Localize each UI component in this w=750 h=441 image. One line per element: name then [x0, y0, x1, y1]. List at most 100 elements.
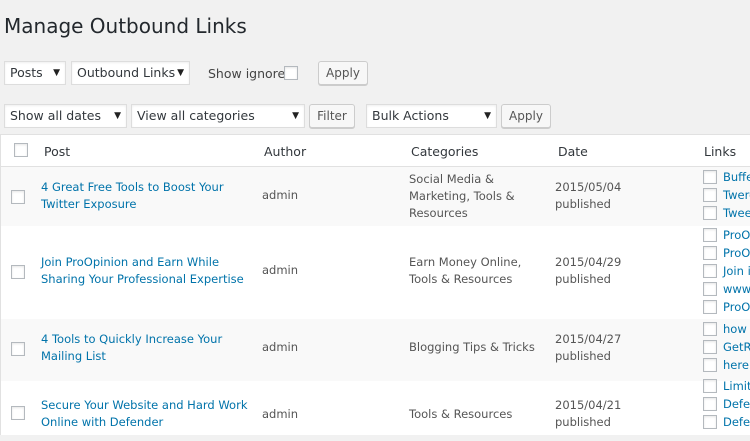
row-checkbox[interactable]	[11, 265, 25, 279]
column-header-post[interactable]: Post	[44, 144, 70, 159]
outbound-link-item[interactable]: here	[703, 357, 749, 373]
dates-select[interactable]: Show all dates ▼	[4, 104, 127, 128]
select-all-checkbox[interactable]	[14, 143, 28, 157]
link-checkbox[interactable]	[703, 245, 717, 260]
category-line: Blogging Tips & Tricks	[409, 340, 535, 354]
outbound-link-item[interactable]: Twero	[703, 187, 750, 203]
categories-cell: Blogging Tips & Tricks	[409, 339, 535, 356]
date-cell: 2015/04/21 published	[555, 397, 621, 431]
links-table: Post Author Categories Date Links 4 Grea…	[0, 134, 750, 435]
author-cell: admin	[262, 407, 299, 421]
link-text: Twero	[723, 188, 750, 202]
post-title-link[interactable]: Join ProOpinion and Earn While Sharing Y…	[41, 254, 244, 288]
link-checkbox[interactable]	[703, 187, 717, 202]
outbound-link-item[interactable]: www.	[703, 281, 750, 297]
apply-button-top[interactable]: Apply	[318, 61, 368, 85]
post-title-link[interactable]: 4 Tools to Quickly Increase Your Mailing…	[41, 331, 222, 365]
link-checkbox[interactable]	[703, 227, 717, 242]
post-title-link[interactable]: Secure Your Website and Hard Work Online…	[41, 397, 247, 431]
categories-value: View all categories	[137, 108, 255, 123]
link-checkbox[interactable]	[703, 339, 717, 354]
categories-select[interactable]: View all categories ▼	[131, 104, 305, 128]
post-title-line: Secure Your Website and Hard Work	[41, 398, 248, 412]
link-checkbox[interactable]	[703, 169, 717, 184]
link-checkbox[interactable]	[703, 299, 717, 314]
link-type-select[interactable]: Outbound Links ▼	[71, 61, 190, 85]
link-checkbox[interactable]	[703, 263, 717, 278]
outbound-link-item[interactable]: Limit	[703, 378, 750, 394]
outbound-link-item[interactable]: Tweet	[703, 205, 750, 221]
column-header-categories: Categories	[411, 144, 479, 159]
status-value: published	[555, 197, 611, 211]
row-checkbox[interactable]	[11, 406, 25, 420]
status-value: published	[555, 349, 611, 363]
post-title-line: Join ProOpinion and Earn While	[41, 255, 220, 269]
outbound-link-item[interactable]: Buffer	[703, 169, 750, 185]
bulk-actions-value: Bulk Actions	[372, 108, 449, 123]
date-cell: 2015/05/04 published	[555, 179, 621, 213]
bulk-actions-select[interactable]: Bulk Actions ▼	[366, 104, 497, 128]
category-line: Tools & Resources	[409, 272, 513, 286]
status-value: published	[555, 272, 611, 286]
category-line: Marketing, Tools &	[409, 189, 515, 203]
link-text: Limit	[723, 379, 750, 393]
post-title-link[interactable]: 4 Great Free Tools to Boost Your Twitter…	[41, 179, 224, 213]
table-row: Join ProOpinion and Earn While Sharing Y…	[1, 226, 750, 319]
post-type-select[interactable]: Posts ▼	[4, 61, 66, 85]
link-text: Buffer	[723, 170, 750, 184]
table-row: Secure Your Website and Hard Work Online…	[1, 378, 750, 441]
outbound-link-item[interactable]: ProOp	[703, 245, 750, 261]
dates-value: Show all dates	[10, 108, 101, 123]
show-ignored-label: Show ignored	[208, 66, 294, 81]
filter-button[interactable]: Filter	[309, 104, 355, 128]
link-text: here	[723, 358, 749, 372]
post-title-line: Mailing List	[41, 349, 106, 363]
post-title-line: 4 Tools to Quickly Increase Your	[41, 332, 223, 346]
row-checkbox[interactable]	[11, 190, 25, 204]
chevron-down-icon: ▼	[114, 111, 121, 121]
link-checkbox[interactable]	[703, 396, 717, 411]
link-checkbox[interactable]	[703, 205, 717, 220]
column-header-date[interactable]: Date	[558, 144, 588, 159]
author-cell: admin	[262, 263, 299, 277]
categories-cell: Earn Money Online, Tools & Resources	[409, 254, 521, 288]
categories-cell: Tools & Resources	[409, 406, 512, 423]
table-row: 4 Tools to Quickly Increase Your Mailing…	[1, 319, 750, 381]
link-type-value: Outbound Links	[77, 65, 176, 80]
link-checkbox[interactable]	[703, 357, 717, 372]
page-title: Manage Outbound Links	[4, 14, 247, 38]
link-text: how t	[723, 322, 750, 336]
date-cell: 2015/04/27 published	[555, 331, 621, 365]
date-cell: 2015/04/29 published	[555, 254, 621, 288]
link-checkbox[interactable]	[703, 414, 717, 429]
outbound-link-item[interactable]: Join it	[703, 263, 750, 279]
categories-cell: Social Media & Marketing, Tools & Resour…	[409, 171, 515, 222]
link-text: Tweet	[723, 206, 750, 220]
link-checkbox[interactable]	[703, 321, 717, 336]
apply-button-bulk[interactable]: Apply	[501, 104, 551, 128]
column-header-author: Author	[264, 144, 307, 159]
link-checkbox[interactable]	[703, 281, 717, 296]
outbound-link-item[interactable]: ProOp	[703, 299, 750, 315]
row-checkbox[interactable]	[11, 342, 25, 356]
date-value: 2015/04/27	[555, 332, 622, 346]
chevron-down-icon: ▼	[177, 68, 184, 78]
outbound-link-item[interactable]: Defe	[703, 414, 750, 430]
show-ignored-checkbox[interactable]	[284, 66, 298, 80]
author-cell: admin	[262, 188, 299, 202]
link-text: Defen	[723, 397, 750, 411]
post-type-value: Posts	[10, 65, 43, 80]
outbound-link-item[interactable]: Defen	[703, 396, 750, 412]
link-text: Join it	[723, 264, 750, 278]
outbound-link-item[interactable]: how t	[703, 321, 750, 337]
post-title-line: 4 Great Free Tools to Boost Your	[41, 180, 224, 194]
outbound-link-item[interactable]: GetRe	[703, 339, 750, 355]
outbound-link-item[interactable]: ProOp	[703, 227, 750, 243]
post-title-line: Online with Defender	[41, 415, 164, 429]
author-cell: admin	[262, 340, 299, 354]
date-value: 2015/04/21	[555, 398, 622, 412]
post-title-line: Sharing Your Professional Expertise	[41, 272, 244, 286]
table-header: Post Author Categories Date Links	[1, 135, 750, 167]
link-text: GetRe	[723, 340, 750, 354]
link-checkbox[interactable]	[703, 378, 717, 393]
